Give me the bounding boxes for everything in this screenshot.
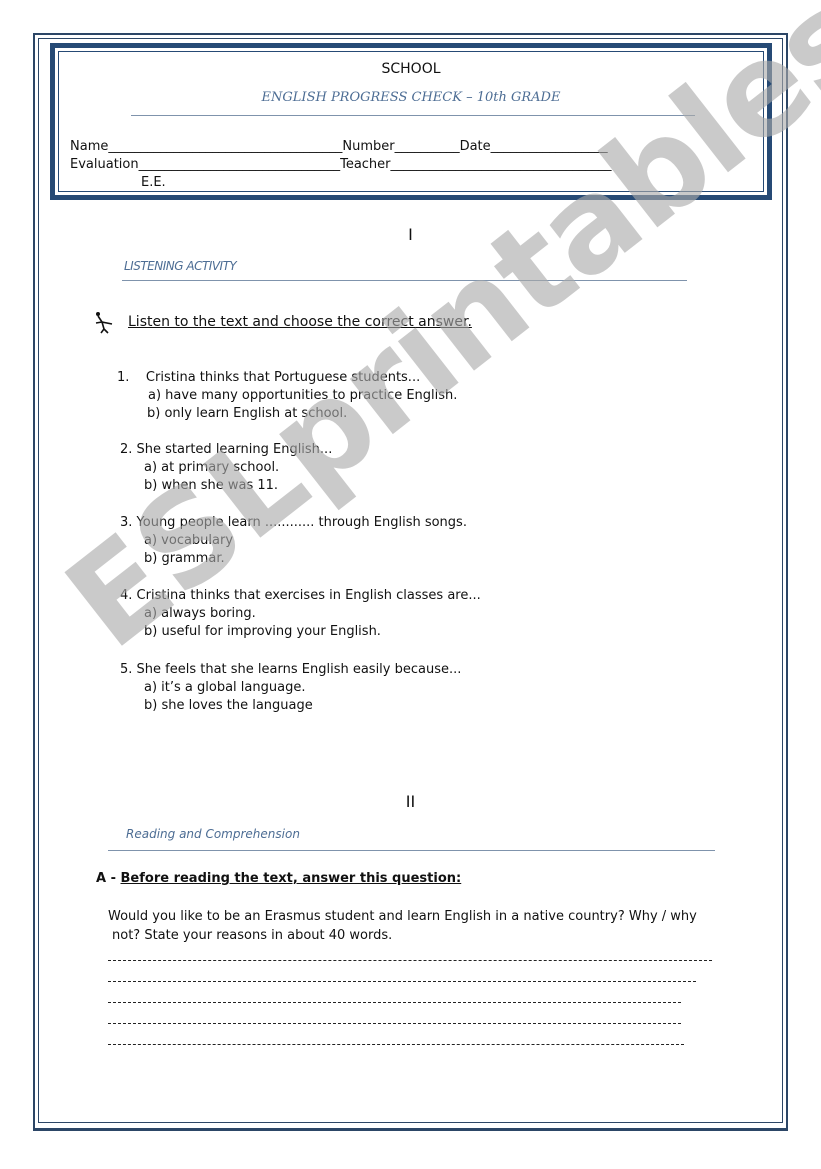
listening-heading: LISTENING ACTIVITY bbox=[124, 259, 237, 273]
question-3-stem: 3. Young people learn ............ throu… bbox=[120, 515, 467, 530]
title-divider bbox=[131, 115, 695, 116]
question-1-option-b[interactable]: b) only learn English at school. bbox=[117, 405, 457, 423]
answer-line[interactable] bbox=[108, 1023, 681, 1024]
question-5-stem: 5. She feels that she learns English eas… bbox=[120, 662, 462, 677]
part-a-question-line-2: not? State your reasons in about 40 word… bbox=[112, 928, 393, 943]
question-4: 4. Cristina thinks that exercises in Eng… bbox=[120, 587, 481, 641]
question-2-option-a[interactable]: a) at primary school. bbox=[120, 459, 332, 477]
answer-line[interactable] bbox=[108, 1044, 684, 1045]
reading-divider bbox=[108, 850, 715, 851]
part-a-question: Would you like to be an Erasmus student … bbox=[108, 907, 697, 945]
question-3-option-a[interactable]: a) vocabulary bbox=[120, 532, 467, 550]
section-1-number: I bbox=[408, 225, 413, 244]
question-2-option-b[interactable]: b) when she was 11. bbox=[120, 477, 332, 495]
question-4-stem: 4. Cristina thinks that exercises in Eng… bbox=[120, 588, 481, 603]
reading-heading: Reading and Comprehension bbox=[126, 827, 300, 841]
school-name: SCHOOL bbox=[381, 61, 441, 77]
question-1-option-a[interactable]: a) have many opportunities to practice E… bbox=[117, 387, 457, 405]
question-2-stem: 2. She started learning English... bbox=[120, 442, 333, 457]
question-4-option-a[interactable]: a) always boring. bbox=[120, 605, 481, 623]
evaluation-teacher-fields[interactable]: Evaluation______________________________… bbox=[70, 157, 612, 172]
header-box: SCHOOL ENGLISH PROGRESS CHECK – 10th GRA… bbox=[50, 43, 772, 200]
question-5: 5. She feels that she learns English eas… bbox=[120, 661, 461, 715]
answer-line[interactable] bbox=[108, 1002, 681, 1003]
part-a-heading: A - Before reading the text, answer this… bbox=[96, 871, 461, 886]
answer-line[interactable] bbox=[108, 960, 712, 961]
question-2: 2. She started learning English... a) at… bbox=[120, 441, 332, 495]
part-a-instruction: Before reading the text, answer this que… bbox=[120, 871, 462, 886]
ee-field: E.E. bbox=[141, 175, 166, 190]
listening-instruction: Listen to the text and choose the correc… bbox=[128, 314, 472, 330]
name-number-date-fields[interactable]: Name____________________________________… bbox=[70, 139, 608, 154]
header-inner-border: SCHOOL ENGLISH PROGRESS CHECK – 10th GRA… bbox=[58, 51, 764, 192]
part-a-question-line-1: Would you like to be an Erasmus student … bbox=[108, 909, 697, 924]
question-3: 3. Young people learn ............ throu… bbox=[120, 514, 467, 568]
part-a-label: A - bbox=[96, 871, 121, 886]
answer-line[interactable] bbox=[108, 981, 696, 982]
question-5-option-b[interactable]: b) she loves the language bbox=[120, 697, 461, 715]
running-figure-icon bbox=[95, 312, 113, 334]
test-title: ENGLISH PROGRESS CHECK – 10th GRADE bbox=[261, 90, 561, 105]
section-2-number: II bbox=[405, 792, 416, 811]
listening-divider bbox=[122, 280, 687, 281]
question-5-option-a[interactable]: a) it’s a global language. bbox=[120, 679, 461, 697]
question-4-option-b[interactable]: b) useful for improving your English. bbox=[120, 623, 481, 641]
question-1: 1. Cristina thinks that Portuguese stude… bbox=[117, 369, 457, 423]
question-3-option-b[interactable]: b) grammar. bbox=[120, 550, 467, 568]
question-1-stem: 1. Cristina thinks that Portuguese stude… bbox=[117, 370, 421, 385]
